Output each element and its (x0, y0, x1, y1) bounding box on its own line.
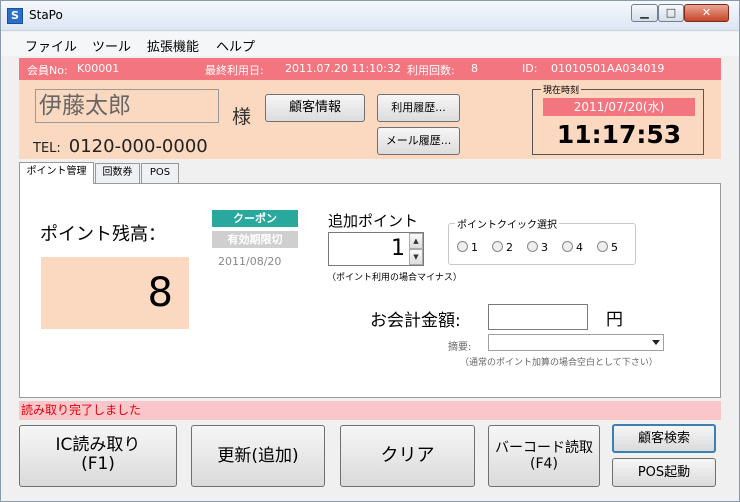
coupon-expiry-date: 2011/08/20 (218, 255, 282, 268)
tab-coupon-tickets[interactable]: 回数券 (95, 163, 140, 183)
barcode-read-button[interactable]: バーコード読取 (F4) (488, 425, 600, 487)
add-points-spinner[interactable]: ▲ ▼ (409, 233, 423, 265)
memo-select[interactable] (488, 334, 664, 351)
current-date: 2011/07/20(水) (543, 98, 695, 116)
point-balance-value: 8 (41, 257, 189, 329)
member-no: K00001 (77, 62, 120, 75)
current-time-legend: 現在時刻 (541, 83, 582, 96)
customer-panel: 会員No: K00001 最終利用日: 2011.07.20 11:10:32 … (19, 58, 721, 159)
menu-help[interactable]: ヘルプ (216, 36, 255, 55)
id-label: ID: (522, 62, 538, 75)
yen-label: 円 (606, 310, 623, 330)
quick-select-group: ポイントクイック選択 1 2 3 4 5 (448, 216, 636, 265)
spin-down-icon[interactable]: ▼ (409, 249, 423, 265)
expired-badge: 有効期限切 (212, 231, 298, 248)
menu-file[interactable]: ファイル (25, 36, 77, 55)
last-use-label: 最終利用日: (205, 64, 264, 77)
honorific: 様 (232, 106, 252, 128)
add-points-note: （ポイント利用の場合マイナス） (327, 273, 462, 283)
close-icon: ✕ (701, 6, 712, 19)
radio-icon (562, 241, 573, 252)
usage-history-button[interactable]: 利用履歴... (377, 94, 460, 122)
telephone: TEL: 0120-000-0000 (33, 136, 208, 157)
window-title: StaPo (29, 8, 63, 22)
chevron-down-icon (652, 340, 660, 345)
customer-search-button[interactable]: 顧客検索 (612, 424, 716, 453)
customer-name: 伊藤太郎 (35, 89, 219, 123)
menu-tools[interactable]: ツール (92, 36, 131, 55)
menu-extensions[interactable]: 拡張機能 (147, 36, 199, 55)
maximize-button[interactable]: □ (658, 4, 684, 22)
tel-value: 0120-000-0000 (68, 136, 208, 157)
id-value: 01010501AA034019 (551, 62, 665, 75)
payment-amount-input[interactable] (488, 304, 588, 330)
tab-point-management[interactable]: ポイント管理 (19, 162, 94, 184)
radio-icon (457, 241, 468, 252)
point-management-panel: ポイント残高： 8 クーポン 有効期限切 2011/08/20 追加ポイント 1… (19, 183, 721, 398)
app-window: S StaPo ▁ □ ✕ ファイル ツール 拡張機能 ヘルプ 会員No: K0… (0, 0, 740, 502)
title-bar[interactable]: S StaPo ▁ □ ✕ (1, 1, 739, 31)
use-count-value: 8 (471, 62, 478, 75)
minimize-icon: ▁ (640, 6, 649, 19)
minimize-button[interactable]: ▁ (631, 4, 658, 22)
status-message: 読み取り完了しました (19, 401, 721, 420)
quick-radio-2[interactable]: 2 (492, 241, 513, 254)
maximize-icon: □ (665, 6, 677, 19)
customer-info-button[interactable]: 顧客情報 (265, 94, 365, 122)
current-clock: 11:17:53 (556, 120, 682, 149)
quick-radio-1[interactable]: 1 (457, 241, 478, 254)
member-no-label: 会員No: (27, 64, 68, 77)
tab-pos[interactable]: POS (141, 163, 179, 183)
close-button[interactable]: ✕ (684, 4, 729, 22)
ic-read-button[interactable]: IC読み取り (F1) (19, 425, 177, 487)
update-button[interactable]: 更新(追加) (191, 425, 325, 487)
radio-icon (492, 241, 503, 252)
quick-radio-5[interactable]: 5 (597, 241, 618, 254)
coupon-badge: クーポン (212, 210, 298, 227)
app-icon: S (7, 8, 23, 24)
radio-icon (527, 241, 538, 252)
use-count-label: 利用回数: (407, 64, 455, 77)
clear-button[interactable]: クリア (340, 425, 475, 487)
point-balance-label: ポイント残高： (40, 224, 166, 245)
quick-radio-4[interactable]: 4 (562, 241, 583, 254)
spin-up-icon[interactable]: ▲ (409, 233, 423, 249)
memo-label: 摘要: (448, 342, 472, 353)
radio-icon (597, 241, 608, 252)
last-use-value: 2011.07.20 11:10:32 (285, 62, 401, 75)
menu-bar: ファイル ツール 拡張機能 ヘルプ (1, 32, 739, 56)
mail-history-button[interactable]: メール履歴... (377, 127, 460, 155)
pos-launch-button[interactable]: POS起動 (612, 458, 716, 487)
payment-amount-label: お会計金額: (370, 311, 461, 331)
quick-select-label: ポイントクイック選択 (455, 216, 559, 231)
memo-note: （通常のポイント加算の場合空白として下さい） (460, 358, 658, 368)
current-time-box: 現在時刻 2011/07/20(水) 11:17:53 (532, 83, 704, 155)
quick-radio-3[interactable]: 3 (527, 241, 548, 254)
customer-info-strip: 会員No: K00001 最終利用日: 2011.07.20 11:10:32 … (19, 58, 721, 80)
add-points-label: 追加ポイント (328, 212, 419, 230)
tel-label: TEL: (33, 141, 61, 156)
